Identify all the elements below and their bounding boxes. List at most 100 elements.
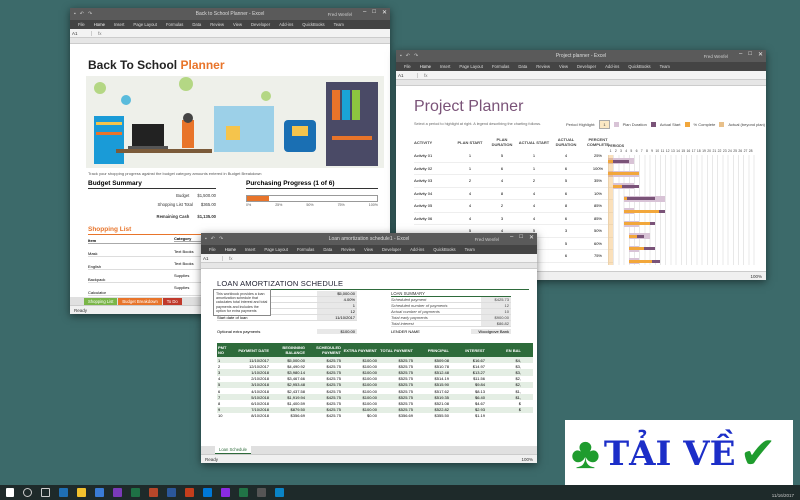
fx-icon[interactable]: fx (223, 256, 233, 261)
table-row[interactable]: 10 8/10/2018 $356.69 $425.75 $0.00 $356.69 $35… (217, 413, 533, 419)
table-row[interactable]: 2 12/10/2017 $4,490.92 $425.75 $100.00 $525.7… (217, 363, 533, 369)
column-header[interactable]: PMT NO (217, 345, 233, 355)
ribbon-tab-review[interactable]: Review (210, 22, 224, 27)
task-view-icon[interactable] (41, 488, 50, 497)
item-category[interactable]: Supplies (174, 285, 204, 290)
ribbon-tab-file[interactable]: File (78, 22, 85, 27)
loan-value[interactable]: $5,000.00 (317, 291, 357, 296)
outlook-icon[interactable] (203, 488, 212, 497)
loan-value[interactable]: 12 (317, 309, 357, 314)
column-header[interactable]: ACTUAL DURATION (550, 137, 582, 147)
redo-icon[interactable]: ↷ (219, 236, 223, 242)
name-box[interactable]: A1 (396, 72, 418, 78)
table-row[interactable]: 3 1/10/2018 $3,980.14 $425.75 $100.00 $525.75… (217, 369, 533, 376)
start-icon[interactable] (6, 488, 14, 497)
minimize-icon[interactable]: – (510, 234, 513, 241)
close-icon[interactable]: ✕ (529, 234, 534, 241)
column-header[interactable]: TOTAL PAYMENT (377, 348, 413, 353)
quick-access-toolbar[interactable]: ▪ ↶ ↷ (400, 53, 418, 59)
redo-icon[interactable]: ↷ (414, 53, 418, 59)
redo-icon[interactable]: ↷ (88, 11, 92, 17)
period-number[interactable]: 28 (748, 149, 753, 153)
ribbon-tab-quickbooks[interactable]: QuickBooks (628, 64, 650, 69)
ribbon-tab-insert[interactable]: Insert (114, 22, 124, 27)
lender-value[interactable]: Woodgrove Bank (471, 329, 511, 334)
column-header[interactable]: INTEREST (449, 348, 485, 353)
fx-icon[interactable]: fx (92, 31, 102, 36)
close-icon[interactable]: ✕ (382, 9, 387, 16)
sheet-tab-budget[interactable]: Budget Breakdown (118, 297, 162, 305)
taskbar[interactable]: 11/16/2017 (0, 485, 800, 500)
ribbon-tab-team[interactable]: Team (660, 64, 670, 69)
sheet-tabs[interactable]: Loan Schedule (201, 446, 537, 454)
edge-icon[interactable] (59, 488, 68, 497)
zoom-level[interactable]: 100% (521, 457, 533, 462)
ribbon-tab-page-layout[interactable]: Page Layout (133, 22, 157, 27)
column-headers[interactable] (201, 263, 537, 269)
formula-bar[interactable]: A1 fx (201, 254, 537, 263)
maximize-icon[interactable]: □ (748, 51, 752, 58)
ribbon-tab-view[interactable]: View (559, 64, 568, 69)
minimize-icon[interactable]: – (739, 51, 742, 58)
title-bar[interactable]: ▪ ↶ ↷ Loan amortization schedule1 - Excel … (201, 233, 537, 245)
extra-value[interactable]: $100.00 (317, 329, 357, 334)
excel-alt-icon[interactable] (239, 488, 248, 497)
save-icon[interactable]: ▪ (400, 53, 402, 59)
close-icon[interactable]: ✕ (758, 51, 763, 58)
ribbon-tab-quickbooks[interactable]: QuickBooks (433, 247, 455, 252)
ribbon-tab-home[interactable]: Home (225, 247, 236, 252)
undo-icon[interactable]: ↶ (406, 53, 410, 59)
column-header[interactable]: PLAN DURATION (486, 137, 518, 147)
table-row[interactable]: 5 3/10/2018 $2,953.48 $425.75 $100.00 $525.75… (217, 381, 533, 388)
ribbon-tab-review[interactable]: Review (536, 64, 550, 69)
ribbon-tab-view[interactable]: View (364, 247, 373, 252)
table-row[interactable]: 4 2/10/2018 $3,467.66 $425.75 $100.00 $525.75… (217, 376, 533, 382)
ribbon-tab-insert[interactable]: Insert (245, 247, 255, 252)
item-category[interactable]: Supplies (174, 273, 204, 278)
table-row[interactable]: Activity 01 1 5 1 4 25% (414, 150, 614, 163)
formula-bar[interactable]: A1 fx (70, 29, 390, 38)
ribbon-tab-developer[interactable]: Developer (251, 22, 270, 27)
undo-icon[interactable]: ↶ (80, 11, 84, 17)
ribbon-tab-page-layout[interactable]: Page Layout (459, 64, 483, 69)
column-header[interactable]: PRINCIPAL (413, 348, 449, 353)
teams-icon[interactable] (275, 488, 284, 497)
app-icon[interactable] (257, 488, 266, 497)
table-row[interactable]: 1 11/10/2017 $5,000.00 $425.75 $100.00 $525.7… (217, 357, 533, 364)
undo-icon[interactable]: ↶ (211, 236, 215, 242)
ribbon-tab-review[interactable]: Review (341, 247, 355, 252)
sheet-tab-loan-schedule[interactable]: Loan Schedule (215, 446, 251, 454)
loan-value[interactable]: 1 (317, 303, 357, 308)
column-header[interactable]: PAYMENT DATE (233, 348, 269, 353)
table-row[interactable]: 7 5/10/2018 $1,919.94 $425.75 $100.00 $525.75… (217, 394, 533, 401)
ribbon-tab-page-layout[interactable]: Page Layout (264, 247, 288, 252)
name-box[interactable]: A1 (201, 255, 223, 261)
ribbon-tab-home[interactable]: Home (420, 64, 431, 69)
col-item[interactable]: Item (88, 238, 96, 243)
column-header[interactable]: ACTUAL START (518, 140, 550, 145)
maximize-icon[interactable]: □ (519, 234, 523, 241)
name-box[interactable]: A1 (70, 30, 92, 36)
search-icon[interactable] (23, 488, 32, 497)
onenote-icon[interactable] (221, 488, 230, 497)
ribbon-tab-file[interactable]: File (209, 247, 216, 252)
table-row[interactable]: Activity 02 1 6 1 6 100% (414, 163, 614, 175)
ribbon-tab-add-ins[interactable]: Add-ins (279, 22, 293, 27)
item-category[interactable]: Text Books (174, 261, 204, 266)
remaining-value[interactable]: $1,135.00 (197, 214, 216, 219)
ribbon-tab-file[interactable]: File (404, 64, 411, 69)
ribbon-tab-add-ins[interactable]: Add-ins (410, 247, 424, 252)
table-row[interactable]: Activity 05 4 2 4 8 85% (414, 200, 614, 213)
maximize-icon[interactable]: □ (372, 9, 376, 16)
ribbon-tab-team[interactable]: Team (465, 247, 475, 252)
sheet-tab-shopping-list[interactable]: Shopping List (84, 297, 118, 305)
save-icon[interactable]: ▪ (205, 236, 207, 242)
column-header[interactable]: EN BAL (485, 348, 521, 353)
column-header[interactable]: PLAN START (454, 140, 486, 145)
powerpoint-icon[interactable] (149, 488, 158, 497)
office-icon[interactable] (185, 488, 194, 497)
ribbon-tab-developer[interactable]: Developer (577, 64, 596, 69)
ribbon-tab-formulas[interactable]: Formulas (492, 64, 509, 69)
store-icon[interactable] (95, 488, 104, 497)
word-icon[interactable] (167, 488, 176, 497)
